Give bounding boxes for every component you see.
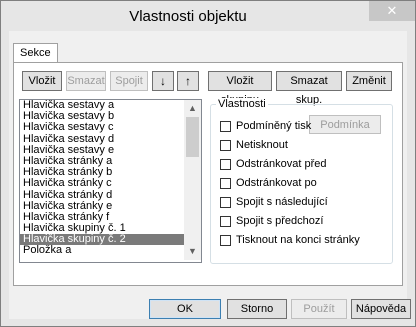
checkbox[interactable]: [220, 197, 231, 208]
delete-group-button[interactable]: Smazat skup.: [276, 71, 342, 106]
condition-button[interactable]: Podmínka: [309, 115, 381, 134]
checkbox-row[interactable]: Spojit s předchozí: [220, 215, 323, 228]
join-button[interactable]: Spojit: [110, 71, 148, 91]
list-item[interactable]: Hlavička sestavy c: [20, 122, 201, 133]
checkbox-label: Spojit s předchozí: [236, 215, 324, 227]
condition-button-label: Podmínka: [320, 119, 370, 131]
checkbox-row[interactable]: Odstránkovat před: [220, 158, 327, 171]
checkbox[interactable]: [220, 121, 231, 132]
title-bar[interactable]: Vlastnosti objektu ✕: [1, 1, 415, 31]
delete-group-button-label: Smazat skup.: [290, 75, 328, 106]
checkbox-label: Spojit s následující: [236, 196, 328, 208]
scroll-thumb[interactable]: [186, 117, 199, 157]
cancel-button-label: Storno: [240, 303, 274, 315]
delete-button[interactable]: Smazat: [66, 71, 106, 91]
checkbox[interactable]: [220, 178, 231, 189]
arrow-down-icon: ↓: [160, 74, 166, 88]
checkbox[interactable]: [220, 235, 231, 246]
apply-button-label: Použít: [303, 303, 335, 315]
window-title: Vlastnosti objektu: [129, 8, 247, 25]
move-down-button[interactable]: ↓: [152, 71, 174, 91]
ok-button[interactable]: OK: [149, 299, 221, 319]
checkbox-label: Netisknout: [236, 139, 288, 151]
close-button[interactable]: ✕: [369, 1, 415, 21]
checkbox-row[interactable]: Spojit s následující: [220, 196, 328, 209]
close-icon: ✕: [386, 3, 398, 18]
move-up-button[interactable]: ↑: [177, 71, 199, 91]
change-button-label: Změnit: [352, 75, 386, 87]
checkbox-row[interactable]: Tisknout na konci stránky: [220, 234, 360, 247]
sections-list-items: Hlavička sestavy a Hlavička sestavy b Hlav…: [20, 100, 201, 257]
tab-sections[interactable]: Sekce: [13, 43, 58, 63]
ok-button-label: OK: [177, 303, 193, 315]
dialog-client-area: Sekce Vložit Smazat Spojit ↓ ↑ Vložit sk…: [9, 31, 411, 319]
checkbox[interactable]: [220, 159, 231, 170]
add-group-button[interactable]: Vložit skupinu: [208, 71, 272, 106]
apply-button[interactable]: Použít: [291, 299, 347, 319]
checkbox[interactable]: [220, 216, 231, 227]
list-vertical-scrollbar[interactable]: ▲ ▼: [184, 100, 201, 260]
sections-tab-panel: Vložit Smazat Spojit ↓ ↑ Vložit skupinu …: [13, 62, 403, 286]
checkbox-label: Odstránkovat po: [236, 177, 317, 189]
list-item[interactable]: Hlavička stránky d: [20, 189, 201, 201]
tab-sections-label: Sekce: [20, 47, 51, 59]
add-button[interactable]: Vložit: [22, 71, 62, 91]
add-button-label: Vložit: [28, 75, 56, 87]
cancel-button[interactable]: Storno: [227, 299, 287, 319]
checkbox-label: Podmíněný tisk: [236, 120, 312, 132]
properties-dialog: Vlastnosti objektu ✕ Sekce Vložit Smazat…: [0, 0, 416, 327]
arrow-up-icon: ↑: [185, 74, 191, 88]
checkbox-row[interactable]: Podmíněný tisk: [220, 120, 311, 133]
join-button-label: Spojit: [115, 75, 143, 87]
help-button-label: Nápověda: [355, 303, 407, 315]
sections-listbox[interactable]: Hlavička sestavy a Hlavička sestavy b Hlav…: [19, 99, 202, 263]
checkbox-label: Tisknout na konci stránky: [236, 234, 360, 246]
checkbox[interactable]: [220, 140, 231, 151]
list-item[interactable]: Položka a: [20, 245, 201, 256]
checkbox-row[interactable]: Odstránkovat po: [220, 177, 317, 190]
help-button[interactable]: Nápověda: [351, 299, 411, 319]
properties-groupbox: Vlastnosti Podmínka Podmíněný tisk Netisk…: [210, 98, 393, 264]
scroll-up-icon[interactable]: ▲: [184, 100, 201, 117]
properties-legend: Vlastnosti: [216, 98, 268, 110]
change-button[interactable]: Změnit: [346, 71, 392, 91]
scroll-down-icon[interactable]: ▼: [184, 243, 201, 260]
delete-button-label: Smazat: [67, 75, 105, 87]
list-item[interactable]: Hlavička stránky c: [20, 178, 201, 189]
checkbox-row[interactable]: Netisknout: [220, 139, 288, 152]
checkbox-label: Odstránkovat před: [236, 158, 327, 170]
